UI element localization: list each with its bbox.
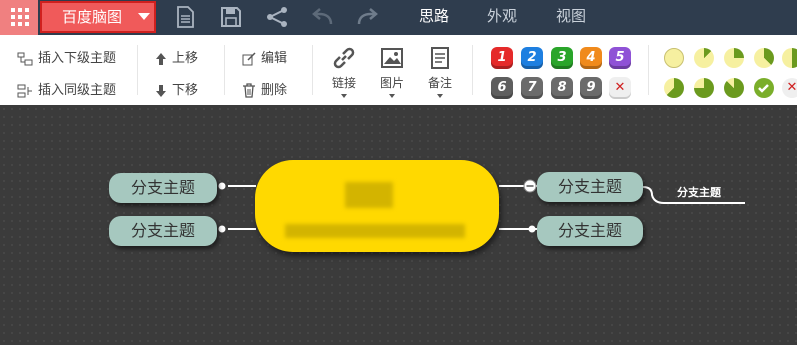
arrow-up-icon [156,52,166,65]
progress-complete-button[interactable] [754,78,774,98]
image-button[interactable]: 图片 [376,45,408,98]
link-icon [333,47,355,69]
collapse-icon[interactable] [523,179,537,193]
image-label: 图片 [379,76,404,90]
link-button[interactable]: 链接 [328,45,360,98]
redo-icon[interactable] [355,5,379,29]
sub-topic-node[interactable]: 分支主题 [677,184,721,200]
center-topic-node[interactable] [255,160,499,252]
priority-3-button[interactable]: 3 [551,47,573,69]
tab-view[interactable]: 视图 [556,0,586,35]
remove-priority-button[interactable]: ✕ [609,77,631,99]
divider [224,45,225,95]
edit-button[interactable]: 编辑 [242,47,287,66]
priority-6-button[interactable]: 6 [491,77,513,99]
priority-1-button[interactable]: 1 [491,47,513,69]
divider [472,45,473,95]
branch-node[interactable]: 分支主题 [537,172,643,202]
insert-child-button[interactable]: 插入下级主题 [17,47,116,66]
note-label: 备注 [427,76,452,90]
remove-progress-button[interactable]: ✕ [782,78,797,98]
dropdown-arrow-icon [437,94,443,98]
dropdown-arrow-icon [341,94,347,98]
insert-sibling-icon [17,84,32,97]
grid-icon [11,8,29,26]
delete-label: 删除 [261,83,288,98]
note-icon [431,47,449,69]
save-icon[interactable] [219,5,243,29]
caret-down-icon [138,13,150,20]
delete-button[interactable]: 删除 [242,79,287,98]
progress-6-button[interactable] [694,78,714,98]
priority-9-button[interactable]: 9 [580,77,602,99]
document-icon[interactable] [173,5,197,29]
progress-4-button[interactable] [782,48,797,68]
divider [312,45,313,95]
branch-node[interactable]: 分支主题 [109,216,217,246]
close-icon: ✕ [786,80,797,95]
priority-4-button[interactable]: 4 [580,47,602,69]
move-up-label: 上移 [172,51,199,66]
priority-7-button[interactable]: 7 [521,77,543,99]
branch-node[interactable]: 分支主题 [109,173,217,203]
progress-2-button[interactable] [724,48,744,68]
insert-child-icon [17,52,33,65]
ribbon-toolbar: 插入下级主题 插入同级主题 上移 下移 编辑 删除 链接 图片 备注 1 2 3… [0,35,797,105]
insert-sibling-button[interactable]: 插入同级主题 [17,79,116,98]
move-up-button[interactable]: 上移 [155,47,198,66]
dropdown-arrow-icon [389,94,395,98]
redacted-text [345,182,393,208]
close-icon: ✕ [614,80,626,95]
share-icon[interactable] [265,5,289,29]
apps-grid-button[interactable] [0,0,38,35]
insert-child-label: 插入下级主题 [38,51,117,66]
progress-3-button[interactable] [754,48,774,68]
divider [137,45,138,95]
divider [648,45,649,95]
branch-node[interactable]: 分支主题 [537,216,643,246]
priority-2-button[interactable]: 2 [521,47,543,69]
move-down-button[interactable]: 下移 [155,79,198,98]
tab-ideas[interactable]: 思路 [419,0,449,35]
edit-icon [242,51,256,65]
priority-5-button[interactable]: 5 [609,47,631,69]
progress-7-button[interactable] [724,78,744,98]
tab-appearance[interactable]: 外观 [487,0,517,35]
check-icon [758,84,769,93]
app-menu-label: 百度脑图 [62,8,123,26]
edit-label: 编辑 [261,51,288,66]
progress-0-button[interactable] [664,48,684,68]
note-button[interactable]: 备注 [424,45,456,98]
priority-8-button[interactable]: 8 [551,77,573,99]
link-label: 链接 [331,76,356,90]
trash-icon [243,83,255,98]
progress-5-button[interactable] [664,78,684,98]
move-down-label: 下移 [172,83,199,98]
mindmap-canvas[interactable]: 分支主题 分支主题 分支主题 分支主题 分支主题 [0,105,797,345]
app-menu-button[interactable]: 百度脑图 [40,1,156,33]
undo-icon[interactable] [311,5,335,29]
progress-1-button[interactable] [694,48,714,68]
image-icon [381,48,403,68]
arrow-down-icon [156,84,166,97]
redacted-text [285,224,465,238]
top-bar: 百度脑图 思路 外观 视图 [0,0,797,35]
insert-sibling-label: 插入同级主题 [38,83,117,98]
